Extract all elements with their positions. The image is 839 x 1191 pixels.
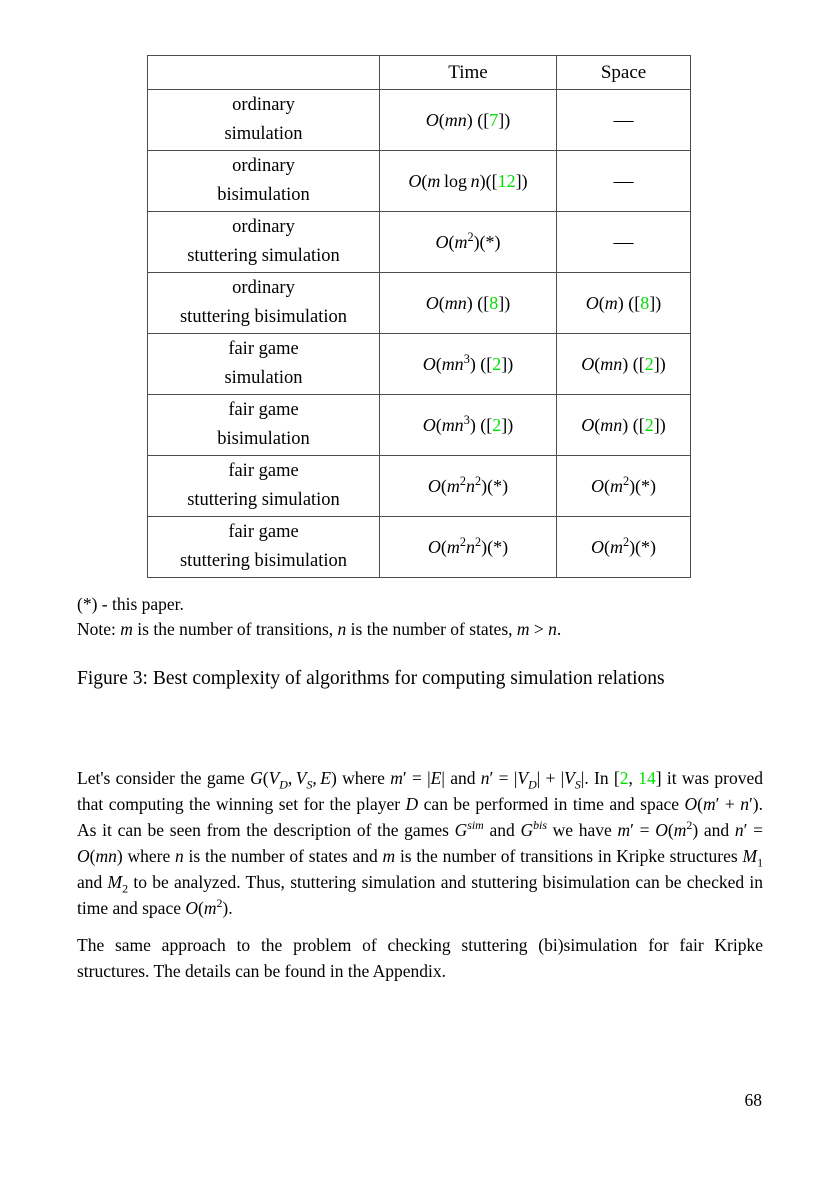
- row-label-line2: simulation: [224, 124, 303, 144]
- citation-ref[interactable]: 2: [620, 768, 629, 788]
- row-time-value: O(m2n2)(*): [379, 455, 557, 517]
- citation-ref[interactable]: 2: [645, 415, 654, 435]
- row-space-value: —: [556, 150, 691, 212]
- table-row: fair game stuttering simulation O(m2n2)(…: [147, 455, 691, 517]
- table-header-space: Space: [556, 55, 691, 90]
- row-label-line1: ordinary: [232, 217, 295, 237]
- table-header-blank: [147, 55, 380, 90]
- star-footnote: (*) - this paper.: [77, 594, 184, 614]
- row-label: fair game bisimulation: [147, 394, 380, 456]
- row-label-line1: fair game: [228, 400, 299, 420]
- document-page: Time Space ordinary simulation O(mn) ([7…: [0, 0, 839, 1191]
- citation-ref[interactable]: 2: [492, 415, 501, 435]
- row-time-value: O(mn) ([7]): [379, 89, 557, 151]
- table-row: fair game stuttering bisimulation O(m2n2…: [147, 516, 691, 578]
- row-space-value: O(m2)(*): [556, 516, 691, 578]
- citation-ref[interactable]: 14: [638, 768, 656, 788]
- row-label-line2: bisimulation: [217, 185, 310, 205]
- row-label-line2: stuttering bisimulation: [179, 307, 347, 327]
- citation-ref[interactable]: 8: [489, 293, 498, 313]
- citation-ref[interactable]: 2: [492, 354, 501, 374]
- table-header-row: Time Space: [147, 55, 691, 90]
- row-space-value: O(mn) ([2]): [556, 394, 691, 456]
- row-label-line2: stuttering simulation: [187, 246, 340, 266]
- citation-ref[interactable]: 12: [498, 171, 516, 191]
- complexity-table: Time Space ordinary simulation O(mn) ([7…: [147, 55, 691, 578]
- page-number: 68: [744, 1090, 763, 1110]
- row-label-line1: fair game: [228, 461, 299, 481]
- row-time-value: O(mn3) ([2]): [379, 333, 557, 395]
- row-label-line1: fair game: [228, 339, 299, 359]
- row-space-value: O(m2)(*): [556, 455, 691, 517]
- table-body: ordinary simulation O(mn) ([7]) — ordina…: [147, 89, 691, 578]
- row-label-line1: ordinary: [232, 156, 295, 176]
- table-row: ordinary bisimulation O(m log n)([12]) —: [147, 150, 691, 212]
- row-label-line2: simulation: [224, 368, 303, 388]
- citation-ref[interactable]: 7: [489, 110, 498, 130]
- table-header-time: Time: [379, 55, 557, 90]
- citation-ref[interactable]: 8: [640, 293, 649, 313]
- table-row: fair game bisimulation O(mn3) ([2]) O(mn…: [147, 394, 691, 456]
- paragraph-1: Let's consider the game G(VD, VS, E) whe…: [77, 768, 764, 918]
- table-row: ordinary stuttering bisimulation O(mn) (…: [147, 272, 691, 334]
- row-time-value: O(mn) ([8]): [379, 272, 557, 334]
- row-label-line2: bisimulation: [217, 429, 310, 449]
- row-label: fair game simulation: [147, 333, 380, 395]
- row-space-value: —: [556, 211, 691, 273]
- row-space-value: —: [556, 89, 691, 151]
- row-time-value: O(m log n)([12]): [379, 150, 557, 212]
- row-label-line1: ordinary: [232, 95, 295, 115]
- row-label: fair game stuttering bisimulation: [147, 516, 380, 578]
- table-notes: (*) - this paper. Note: m is the number …: [77, 592, 767, 642]
- row-label: ordinary bisimulation: [147, 150, 380, 212]
- figure-caption: Figure 3: Best complexity of algorithms …: [77, 668, 665, 689]
- row-label: ordinary stuttering bisimulation: [147, 272, 380, 334]
- row-space-value: O(m) ([8]): [556, 272, 691, 334]
- row-label-line2: stuttering bisimulation: [179, 551, 347, 571]
- table-row: ordinary simulation O(mn) ([7]) —: [147, 89, 691, 151]
- table-header: Time Space: [147, 55, 691, 90]
- complexity-table-container: Time Space ordinary simulation O(mn) ([7…: [147, 55, 691, 578]
- row-label: fair game stuttering simulation: [147, 455, 380, 517]
- figure-number: 3: [132, 668, 143, 689]
- table-row: ordinary stuttering simulation O(m2)(*) …: [147, 211, 691, 273]
- table-row: fair game simulation O(mn3) ([2]) O(mn) …: [147, 333, 691, 395]
- body-content: Let's consider the game G(VD, VS, E) whe…: [77, 765, 763, 997]
- row-label: ordinary stuttering simulation: [147, 211, 380, 273]
- citation-ref[interactable]: 2: [645, 354, 654, 374]
- row-label-line1: fair game: [228, 522, 299, 542]
- row-label-line2: stuttering simulation: [187, 490, 340, 510]
- row-label-line1: ordinary: [232, 278, 295, 298]
- paragraph-2: The same approach to the problem of chec…: [77, 935, 763, 981]
- note-line: Note: m is the number of transitions, n …: [77, 619, 562, 639]
- row-time-value: O(m2n2)(*): [379, 516, 557, 578]
- row-space-value: O(mn) ([2]): [556, 333, 691, 395]
- row-time-value: O(mn3) ([2]): [379, 394, 557, 456]
- row-time-value: O(m2)(*): [379, 211, 557, 273]
- row-label: ordinary simulation: [147, 89, 380, 151]
